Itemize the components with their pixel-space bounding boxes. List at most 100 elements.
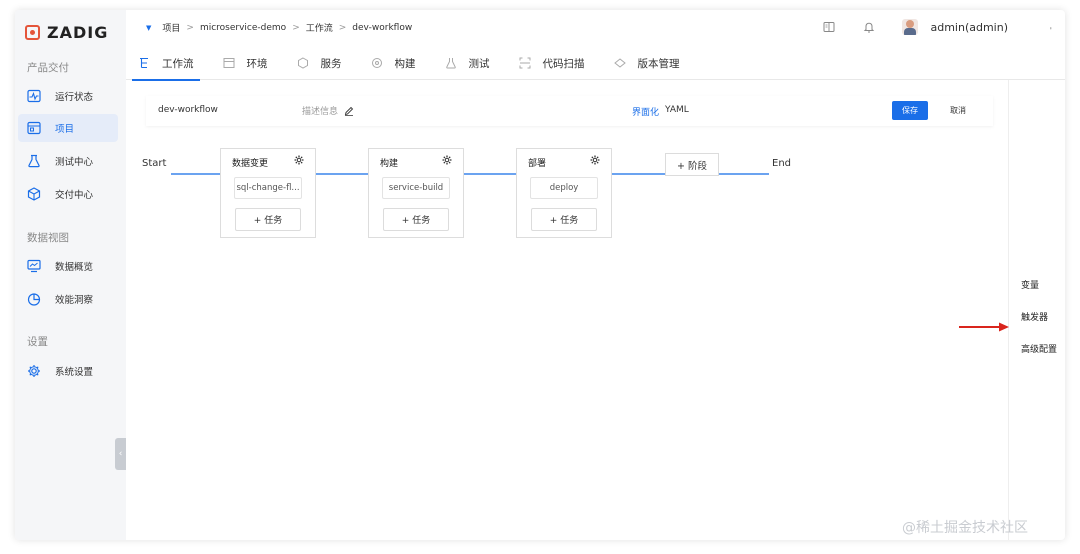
more-menu-icon[interactable]: ··· bbox=[1044, 26, 1057, 28]
pie-chart-icon bbox=[27, 292, 41, 306]
scan-icon bbox=[519, 57, 531, 69]
breadcrumb-item-project[interactable]: 项目 bbox=[162, 21, 180, 34]
right-config-panel: 变量 触发器 高级配置 bbox=[1008, 80, 1065, 540]
header-actions: admin(admin) ··· bbox=[822, 17, 1065, 37]
breadcrumb-item-current: dev-workflow bbox=[352, 22, 413, 33]
sidebar-item-test-center[interactable]: 测试中心 bbox=[18, 147, 118, 175]
section-title-data-view: 数据视图 bbox=[27, 232, 69, 244]
tab-build[interactable]: 构建 bbox=[359, 46, 428, 80]
sidebar: ZADIG 产品交付 运行状态 项目 测试中心 交付中心 数据视图 数据概览 效… bbox=[15, 10, 126, 540]
sidebar-item-delivery-center[interactable]: 交付中心 bbox=[18, 180, 118, 208]
mode-yaml-option[interactable]: YAML bbox=[665, 105, 689, 118]
header: ▼ 项目 > microservice-demo > 工作流 > dev-wor… bbox=[126, 10, 1065, 81]
sidebar-item-label: 测试中心 bbox=[55, 157, 94, 168]
zadig-logo[interactable]: ZADIG bbox=[25, 22, 108, 42]
tab-label: 工作流 bbox=[162, 57, 194, 70]
stage-card: 数据变更 sql-change-fl... + 任务 bbox=[220, 148, 316, 238]
red-arrow-annotation bbox=[959, 322, 1009, 332]
docs-icon[interactable] bbox=[822, 20, 836, 34]
sidebar-item-label: 项目 bbox=[55, 124, 75, 135]
flask-icon bbox=[27, 154, 41, 168]
pipeline-connector bbox=[171, 173, 221, 175]
package-icon bbox=[27, 187, 41, 201]
panel-item-triggers[interactable]: 触发器 bbox=[1021, 310, 1048, 323]
tab-label: 环境 bbox=[246, 57, 268, 70]
pipeline-connector bbox=[315, 173, 369, 175]
user-name[interactable]: admin(admin) bbox=[930, 21, 1008, 34]
project-icon bbox=[27, 121, 41, 135]
panel-item-advanced[interactable]: 高级配置 bbox=[1021, 342, 1057, 355]
job-chip[interactable]: sql-change-fl... bbox=[234, 177, 302, 199]
avatar[interactable] bbox=[902, 19, 919, 35]
tab-service[interactable]: 服务 bbox=[285, 46, 354, 80]
breadcrumb-item-workflow[interactable]: 工作流 bbox=[306, 21, 333, 34]
panel-item-variables[interactable]: 变量 bbox=[1021, 278, 1039, 291]
monitor-icon bbox=[27, 259, 41, 273]
sidebar-item-data-overview[interactable]: 数据概览 bbox=[18, 252, 118, 280]
tab-label: 代码扫描 bbox=[542, 57, 585, 70]
version-icon bbox=[613, 57, 626, 69]
watermark: @稀土掘金技术社区 bbox=[902, 520, 1028, 536]
stage-settings-icon[interactable] bbox=[294, 155, 304, 165]
flask-icon bbox=[445, 57, 457, 69]
breadcrumb-item-microservice-demo[interactable]: microservice-demo bbox=[200, 23, 286, 33]
sidebar-item-status[interactable]: 运行状态 bbox=[18, 82, 118, 110]
sidebar-collapse-handle[interactable]: ‹ bbox=[115, 438, 126, 470]
workflow-icon bbox=[138, 57, 150, 69]
tab-workflow[interactable]: 工作流 bbox=[126, 46, 206, 81]
stage-settings-icon[interactable] bbox=[590, 155, 600, 165]
breadcrumb: ▼ 项目 > microservice-demo > 工作流 > dev-wor… bbox=[146, 21, 413, 35]
sidebar-item-label: 数据概览 bbox=[55, 262, 94, 273]
tab-test[interactable]: 测试 bbox=[433, 46, 502, 80]
tab-label: 版本管理 bbox=[637, 57, 680, 70]
add-job-button[interactable]: + 任务 bbox=[383, 208, 449, 231]
sidebar-item-label: 交付中心 bbox=[55, 190, 94, 201]
workflow-toolbar: dev-workflow 描述信息 界面化 YAML 保存 取消 bbox=[146, 96, 993, 126]
mode-toggle: 界面化 YAML bbox=[632, 105, 689, 118]
job-chip[interactable]: service-build bbox=[382, 177, 450, 199]
description-field[interactable]: 描述信息 bbox=[302, 104, 354, 117]
cancel-button[interactable]: 取消 bbox=[940, 101, 976, 120]
app-window: ZADIG 产品交付 运行状态 项目 测试中心 交付中心 数据视图 数据概览 效… bbox=[15, 10, 1065, 540]
sidebar-item-label: 效能洞察 bbox=[55, 295, 94, 306]
pipeline-connector bbox=[463, 173, 517, 175]
bell-icon[interactable] bbox=[862, 20, 876, 34]
gear-icon bbox=[27, 364, 41, 378]
tab-label: 构建 bbox=[394, 57, 416, 70]
edit-icon bbox=[344, 106, 354, 116]
stage-card: 部署 deploy + 任务 bbox=[516, 148, 612, 238]
section-title-settings: 设置 bbox=[27, 336, 48, 348]
stage-name: 部署 bbox=[528, 159, 547, 169]
project-tabs: 工作流 环境 服务 构建 测试 代码扫描 版本管理 bbox=[126, 46, 697, 81]
sidebar-item-insights[interactable]: 效能洞察 bbox=[18, 285, 118, 313]
tab-code-scan[interactable]: 代码扫描 bbox=[507, 46, 597, 80]
tab-label: 测试 bbox=[468, 57, 490, 70]
add-job-button[interactable]: + 任务 bbox=[531, 208, 597, 231]
stage-name: 构建 bbox=[380, 159, 399, 169]
add-job-button[interactable]: + 任务 bbox=[235, 208, 301, 231]
sidebar-item-project[interactable]: 项目 bbox=[18, 114, 118, 142]
pipeline-start-label: Start bbox=[142, 158, 167, 169]
tab-environment[interactable]: 环境 bbox=[211, 46, 280, 80]
mode-ui-option[interactable]: 界面化 bbox=[632, 105, 659, 118]
job-chip[interactable]: deploy bbox=[530, 177, 598, 199]
stage-name: 数据变更 bbox=[232, 159, 269, 169]
breadcrumb-separator: > bbox=[292, 22, 300, 33]
pipeline-end-label: End bbox=[772, 158, 792, 169]
tab-label: 服务 bbox=[320, 57, 342, 70]
add-stage-button[interactable]: + 阶段 bbox=[665, 153, 719, 176]
environment-icon bbox=[223, 57, 235, 69]
service-icon bbox=[297, 57, 309, 69]
sidebar-item-label: 系统设置 bbox=[55, 367, 94, 378]
workflow-name[interactable]: dev-workflow bbox=[158, 105, 218, 115]
build-icon bbox=[371, 57, 383, 69]
tab-version-management[interactable]: 版本管理 bbox=[602, 46, 692, 80]
caret-down-icon[interactable]: ▼ bbox=[146, 24, 151, 32]
sidebar-item-system-settings[interactable]: 系统设置 bbox=[18, 357, 118, 385]
sidebar-item-label: 运行状态 bbox=[55, 92, 94, 103]
zadig-logo-icon bbox=[25, 24, 40, 40]
save-button[interactable]: 保存 bbox=[892, 101, 928, 120]
brand-name: ZADIG bbox=[47, 22, 109, 42]
stage-settings-icon[interactable] bbox=[442, 155, 452, 165]
pulse-chart-icon bbox=[27, 89, 41, 103]
